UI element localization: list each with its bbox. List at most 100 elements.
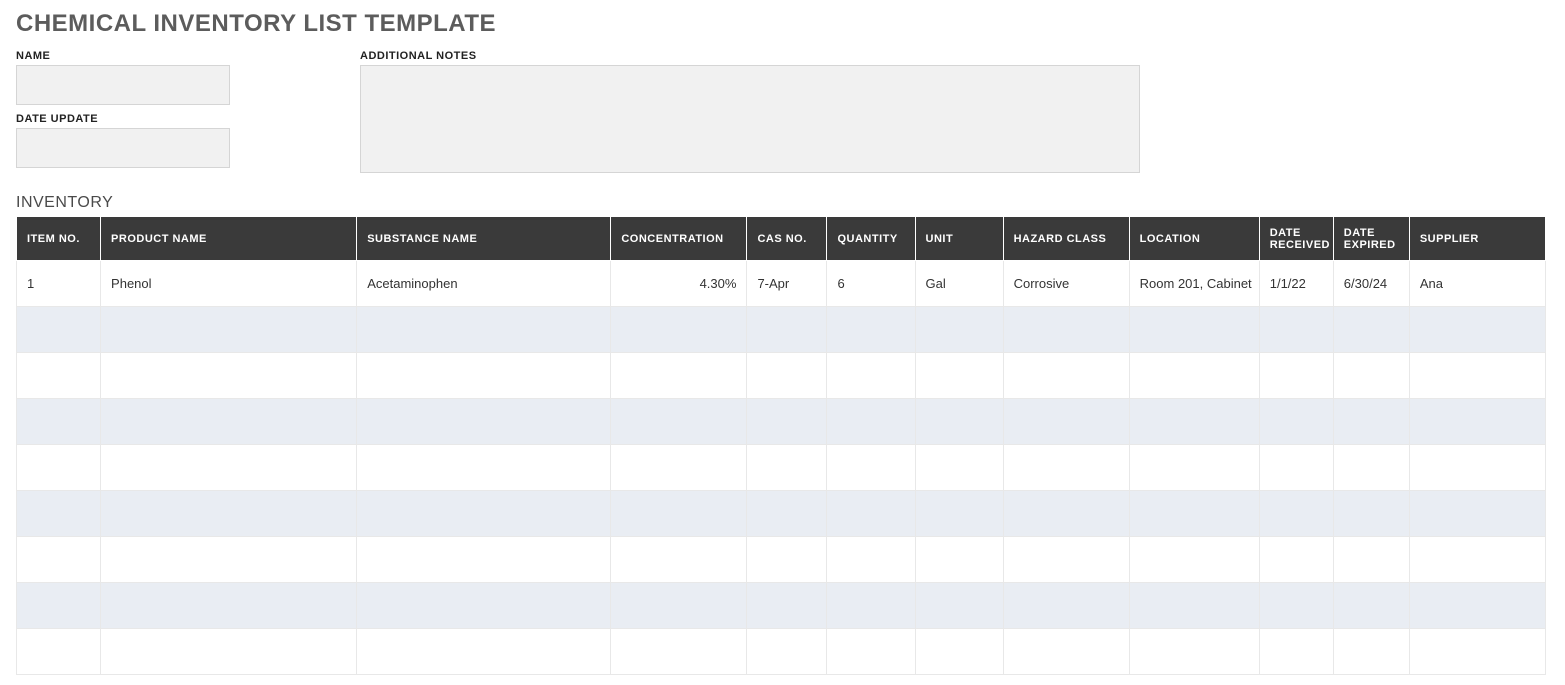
cell-hazard_class[interactable]: [1003, 445, 1129, 491]
cell-item_no[interactable]: [17, 353, 101, 399]
cell-supplier[interactable]: [1409, 537, 1545, 583]
cell-date_expired[interactable]: [1333, 629, 1409, 675]
cell-concentration[interactable]: [611, 307, 747, 353]
cell-date_received[interactable]: [1259, 307, 1333, 353]
cell-product_name[interactable]: Phenol: [101, 261, 357, 307]
cell-concentration[interactable]: [611, 537, 747, 583]
cell-unit[interactable]: [915, 445, 1003, 491]
cell-product_name[interactable]: [101, 629, 357, 675]
cell-quantity[interactable]: [827, 583, 915, 629]
cell-substance_name[interactable]: [357, 537, 611, 583]
cell-location[interactable]: [1129, 491, 1259, 537]
cell-hazard_class[interactable]: [1003, 537, 1129, 583]
cell-location[interactable]: [1129, 583, 1259, 629]
cell-date_received[interactable]: [1259, 629, 1333, 675]
cell-location[interactable]: [1129, 353, 1259, 399]
cell-date_expired[interactable]: [1333, 537, 1409, 583]
cell-quantity[interactable]: 6: [827, 261, 915, 307]
cell-location[interactable]: [1129, 629, 1259, 675]
cell-item_no[interactable]: 1: [17, 261, 101, 307]
cell-date_expired[interactable]: [1333, 399, 1409, 445]
cell-hazard_class[interactable]: Corrosive: [1003, 261, 1129, 307]
cell-cas_no[interactable]: [747, 307, 827, 353]
cell-concentration[interactable]: [611, 353, 747, 399]
cell-hazard_class[interactable]: [1003, 353, 1129, 399]
cell-date_expired[interactable]: [1333, 353, 1409, 399]
cell-cas_no[interactable]: [747, 491, 827, 537]
cell-product_name[interactable]: [101, 583, 357, 629]
cell-quantity[interactable]: [827, 307, 915, 353]
cell-concentration[interactable]: 4.30%: [611, 261, 747, 307]
cell-date_expired[interactable]: 6/30/24: [1333, 261, 1409, 307]
cell-item_no[interactable]: [17, 445, 101, 491]
cell-date_received[interactable]: [1259, 399, 1333, 445]
cell-item_no[interactable]: [17, 629, 101, 675]
cell-concentration[interactable]: [611, 445, 747, 491]
cell-supplier[interactable]: Ana: [1409, 261, 1545, 307]
cell-date_expired[interactable]: [1333, 445, 1409, 491]
cell-supplier[interactable]: [1409, 307, 1545, 353]
cell-product_name[interactable]: [101, 537, 357, 583]
cell-substance_name[interactable]: [357, 629, 611, 675]
cell-hazard_class[interactable]: [1003, 399, 1129, 445]
cell-quantity[interactable]: [827, 353, 915, 399]
cell-product_name[interactable]: [101, 353, 357, 399]
cell-item_no[interactable]: [17, 307, 101, 353]
cell-supplier[interactable]: [1409, 583, 1545, 629]
cell-quantity[interactable]: [827, 445, 915, 491]
cell-hazard_class[interactable]: [1003, 491, 1129, 537]
cell-date_received[interactable]: [1259, 353, 1333, 399]
cell-unit[interactable]: [915, 307, 1003, 353]
cell-substance_name[interactable]: [357, 353, 611, 399]
cell-unit[interactable]: [915, 353, 1003, 399]
cell-item_no[interactable]: [17, 399, 101, 445]
cell-substance_name[interactable]: [357, 491, 611, 537]
cell-concentration[interactable]: [611, 491, 747, 537]
cell-cas_no[interactable]: 7-Apr: [747, 261, 827, 307]
cell-cas_no[interactable]: [747, 445, 827, 491]
cell-date_received[interactable]: 1/1/22: [1259, 261, 1333, 307]
cell-location[interactable]: [1129, 537, 1259, 583]
cell-unit[interactable]: Gal: [915, 261, 1003, 307]
cell-substance_name[interactable]: [357, 583, 611, 629]
cell-concentration[interactable]: [611, 399, 747, 445]
cell-quantity[interactable]: [827, 491, 915, 537]
cell-quantity[interactable]: [827, 537, 915, 583]
cell-unit[interactable]: [915, 583, 1003, 629]
cell-supplier[interactable]: [1409, 491, 1545, 537]
cell-date_received[interactable]: [1259, 583, 1333, 629]
cell-date_expired[interactable]: [1333, 583, 1409, 629]
cell-hazard_class[interactable]: [1003, 583, 1129, 629]
cell-location[interactable]: [1129, 307, 1259, 353]
cell-date_received[interactable]: [1259, 491, 1333, 537]
cell-location[interactable]: [1129, 445, 1259, 491]
cell-unit[interactable]: [915, 629, 1003, 675]
cell-substance_name[interactable]: [357, 399, 611, 445]
cell-hazard_class[interactable]: [1003, 629, 1129, 675]
cell-item_no[interactable]: [17, 537, 101, 583]
cell-date_received[interactable]: [1259, 537, 1333, 583]
cell-cas_no[interactable]: [747, 353, 827, 399]
cell-date_expired[interactable]: [1333, 307, 1409, 353]
cell-quantity[interactable]: [827, 629, 915, 675]
cell-item_no[interactable]: [17, 491, 101, 537]
date-update-input[interactable]: [16, 128, 230, 168]
cell-item_no[interactable]: [17, 583, 101, 629]
cell-product_name[interactable]: [101, 307, 357, 353]
cell-supplier[interactable]: [1409, 399, 1545, 445]
cell-date_received[interactable]: [1259, 445, 1333, 491]
cell-product_name[interactable]: [101, 399, 357, 445]
cell-cas_no[interactable]: [747, 399, 827, 445]
cell-quantity[interactable]: [827, 399, 915, 445]
cell-cas_no[interactable]: [747, 537, 827, 583]
cell-concentration[interactable]: [611, 629, 747, 675]
cell-location[interactable]: [1129, 399, 1259, 445]
cell-product_name[interactable]: [101, 491, 357, 537]
cell-substance_name[interactable]: [357, 307, 611, 353]
cell-unit[interactable]: [915, 491, 1003, 537]
cell-cas_no[interactable]: [747, 629, 827, 675]
cell-supplier[interactable]: [1409, 629, 1545, 675]
name-input[interactable]: [16, 65, 230, 105]
cell-location[interactable]: Room 201, Cabinet: [1129, 261, 1259, 307]
cell-date_expired[interactable]: [1333, 491, 1409, 537]
